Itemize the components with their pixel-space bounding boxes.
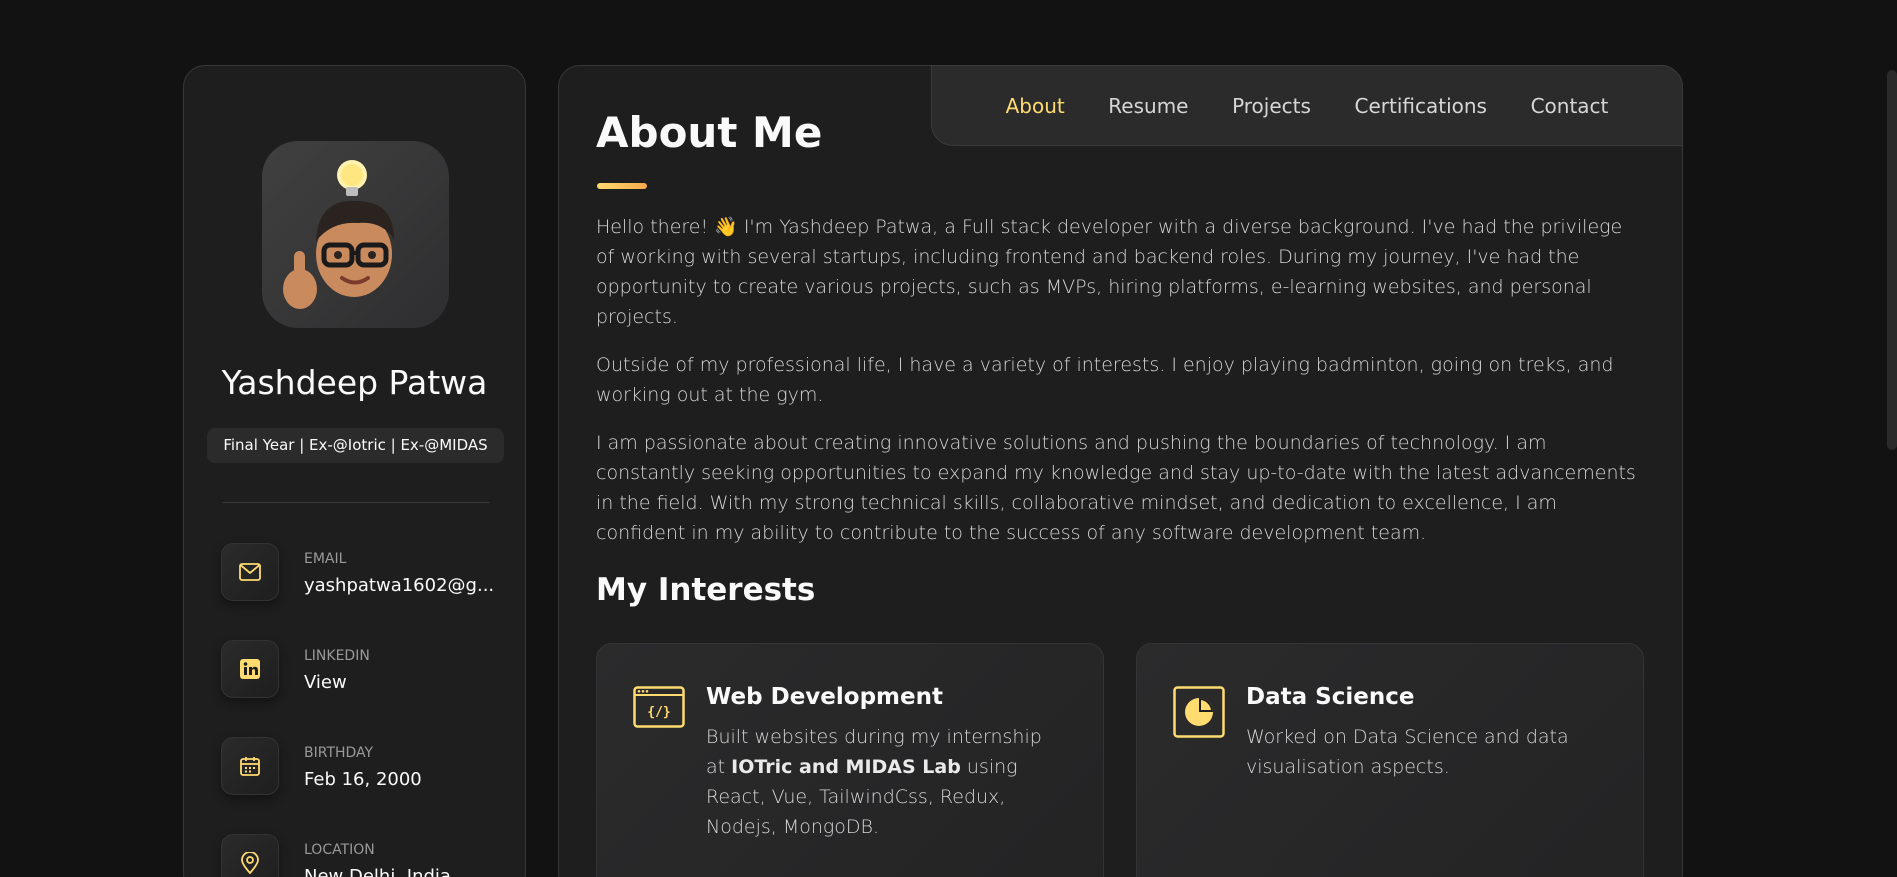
contact-label: EMAIL [304,551,347,567]
nav-certifications[interactable]: Certifications [1355,94,1487,118]
main-panel: About Resume Projects Certifications Con… [558,65,1683,877]
memoji-avatar-image [283,160,394,309]
scrollbar[interactable] [1883,0,1897,877]
scrollbar-thumb[interactable] [1887,70,1897,450]
about-text: Hello there! 👋 I'm Yashdeep Patwa, a Ful… [596,212,1646,566]
title-underline [597,183,647,189]
profile-sidebar: Yashdeep Patwa Final Year | Ex-@Iotric |… [183,65,526,877]
contact-label: BIRTHDAY [304,745,374,761]
interest-card-web-development: {/} Web Development Built websites durin… [596,643,1104,877]
contact-value: New Delhi, India [304,866,451,877]
mail-icon [221,543,279,601]
interest-card-data-science: Data Science Worked on Data Science and … [1136,643,1644,877]
avatar [262,141,449,328]
about-paragraph: Outside of my professional life, I have … [596,354,1614,406]
card-title: Web Development [706,684,943,710]
nav-projects[interactable]: Projects [1232,94,1311,118]
code-window-icon: {/} [633,686,685,738]
navbar: About Resume Projects Certifications Con… [931,65,1683,146]
linkedin-icon [221,640,279,698]
card-text: Built websites during my internship at I… [706,726,1042,838]
separator [222,502,490,503]
nav-contact[interactable]: Contact [1531,94,1609,118]
contact-value[interactable]: View [304,672,347,693]
contact-location: LOCATION New Delhi, India [221,834,491,877]
nav-resume[interactable]: Resume [1108,94,1188,118]
nav-about[interactable]: About [1006,94,1065,118]
contact-value: Feb 16, 2000 [304,769,422,790]
contact-value[interactable]: yashpatwa1602@g... [304,575,494,596]
profile-title-badge: Final Year | Ex-@Iotric | Ex-@MIDAS [207,428,504,463]
page-title: About Me [596,108,823,157]
card-title: Data Science [1246,684,1415,710]
interests-title: My Interests [596,572,816,608]
contact-label: LOCATION [304,842,375,858]
contact-label: LINKEDIN [304,648,370,664]
contact-birthday: BIRTHDAY Feb 16, 2000 [221,737,491,797]
location-icon [221,834,279,877]
calendar-icon [221,737,279,795]
contact-email[interactable]: EMAIL yashpatwa1602@g... [221,543,494,603]
contact-linkedin[interactable]: LINKEDIN View [221,640,491,700]
about-paragraph: I am passionate about creating innovativ… [596,432,1636,544]
about-paragraph: Hello there! 👋 I'm Yashdeep Patwa, a Ful… [596,216,1623,328]
svg-text:{/}: {/} [647,705,670,720]
profile-name: Yashdeep Patwa [221,363,488,402]
card-text: Worked on Data Science and data visualis… [1246,726,1569,778]
pie-chart-icon [1173,686,1225,738]
